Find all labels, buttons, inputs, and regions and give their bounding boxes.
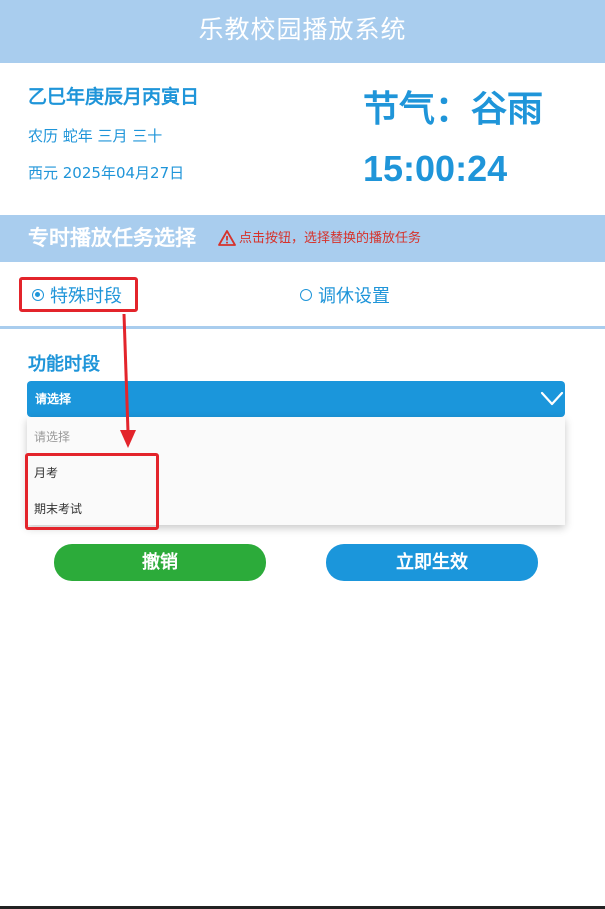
function-period-select[interactable]: 请选择 [27, 381, 565, 417]
section-title: 专时播放任务选择 [28, 226, 196, 250]
annotation-highlight-radio [19, 277, 138, 312]
apply-now-button[interactable]: 立即生效 [326, 544, 538, 581]
annotation-highlight-options [25, 453, 159, 530]
gregorian-date: 西元 2025年04月27日 [28, 164, 185, 182]
chevron-down-icon [540, 391, 564, 406]
current-time: 15:00:24 [363, 148, 508, 189]
app-header: 乐教校园播放系统 [0, 0, 605, 63]
divider [0, 326, 605, 329]
radio-unchecked-icon [300, 289, 312, 301]
task-selection-header: 专时播放任务选择 点击按钮，选择替换的播放任务 [0, 215, 605, 262]
function-period-label: 功能时段 [28, 354, 100, 375]
select-value: 请选择 [35, 392, 72, 406]
cancel-button[interactable]: 撤销 [54, 544, 266, 581]
warning-hint: 点击按钮，选择替换的播放任务 [239, 231, 422, 246]
lunar-date: 农历 蛇年 三月 三十 [28, 127, 163, 145]
solar-term: 节气：谷雨 [363, 89, 544, 130]
radio-adjusted-holiday[interactable]: 调休设置 [300, 270, 390, 320]
ganzhi-date: 乙巳年庚辰月丙寅日 [28, 86, 200, 108]
warning-triangle-icon [218, 230, 236, 246]
dropdown-option-placeholder[interactable]: 请选择 [34, 428, 70, 445]
radio-adjusted-holiday-label: 调休设置 [318, 286, 390, 307]
app-title: 乐教校园播放系统 [198, 15, 407, 44]
